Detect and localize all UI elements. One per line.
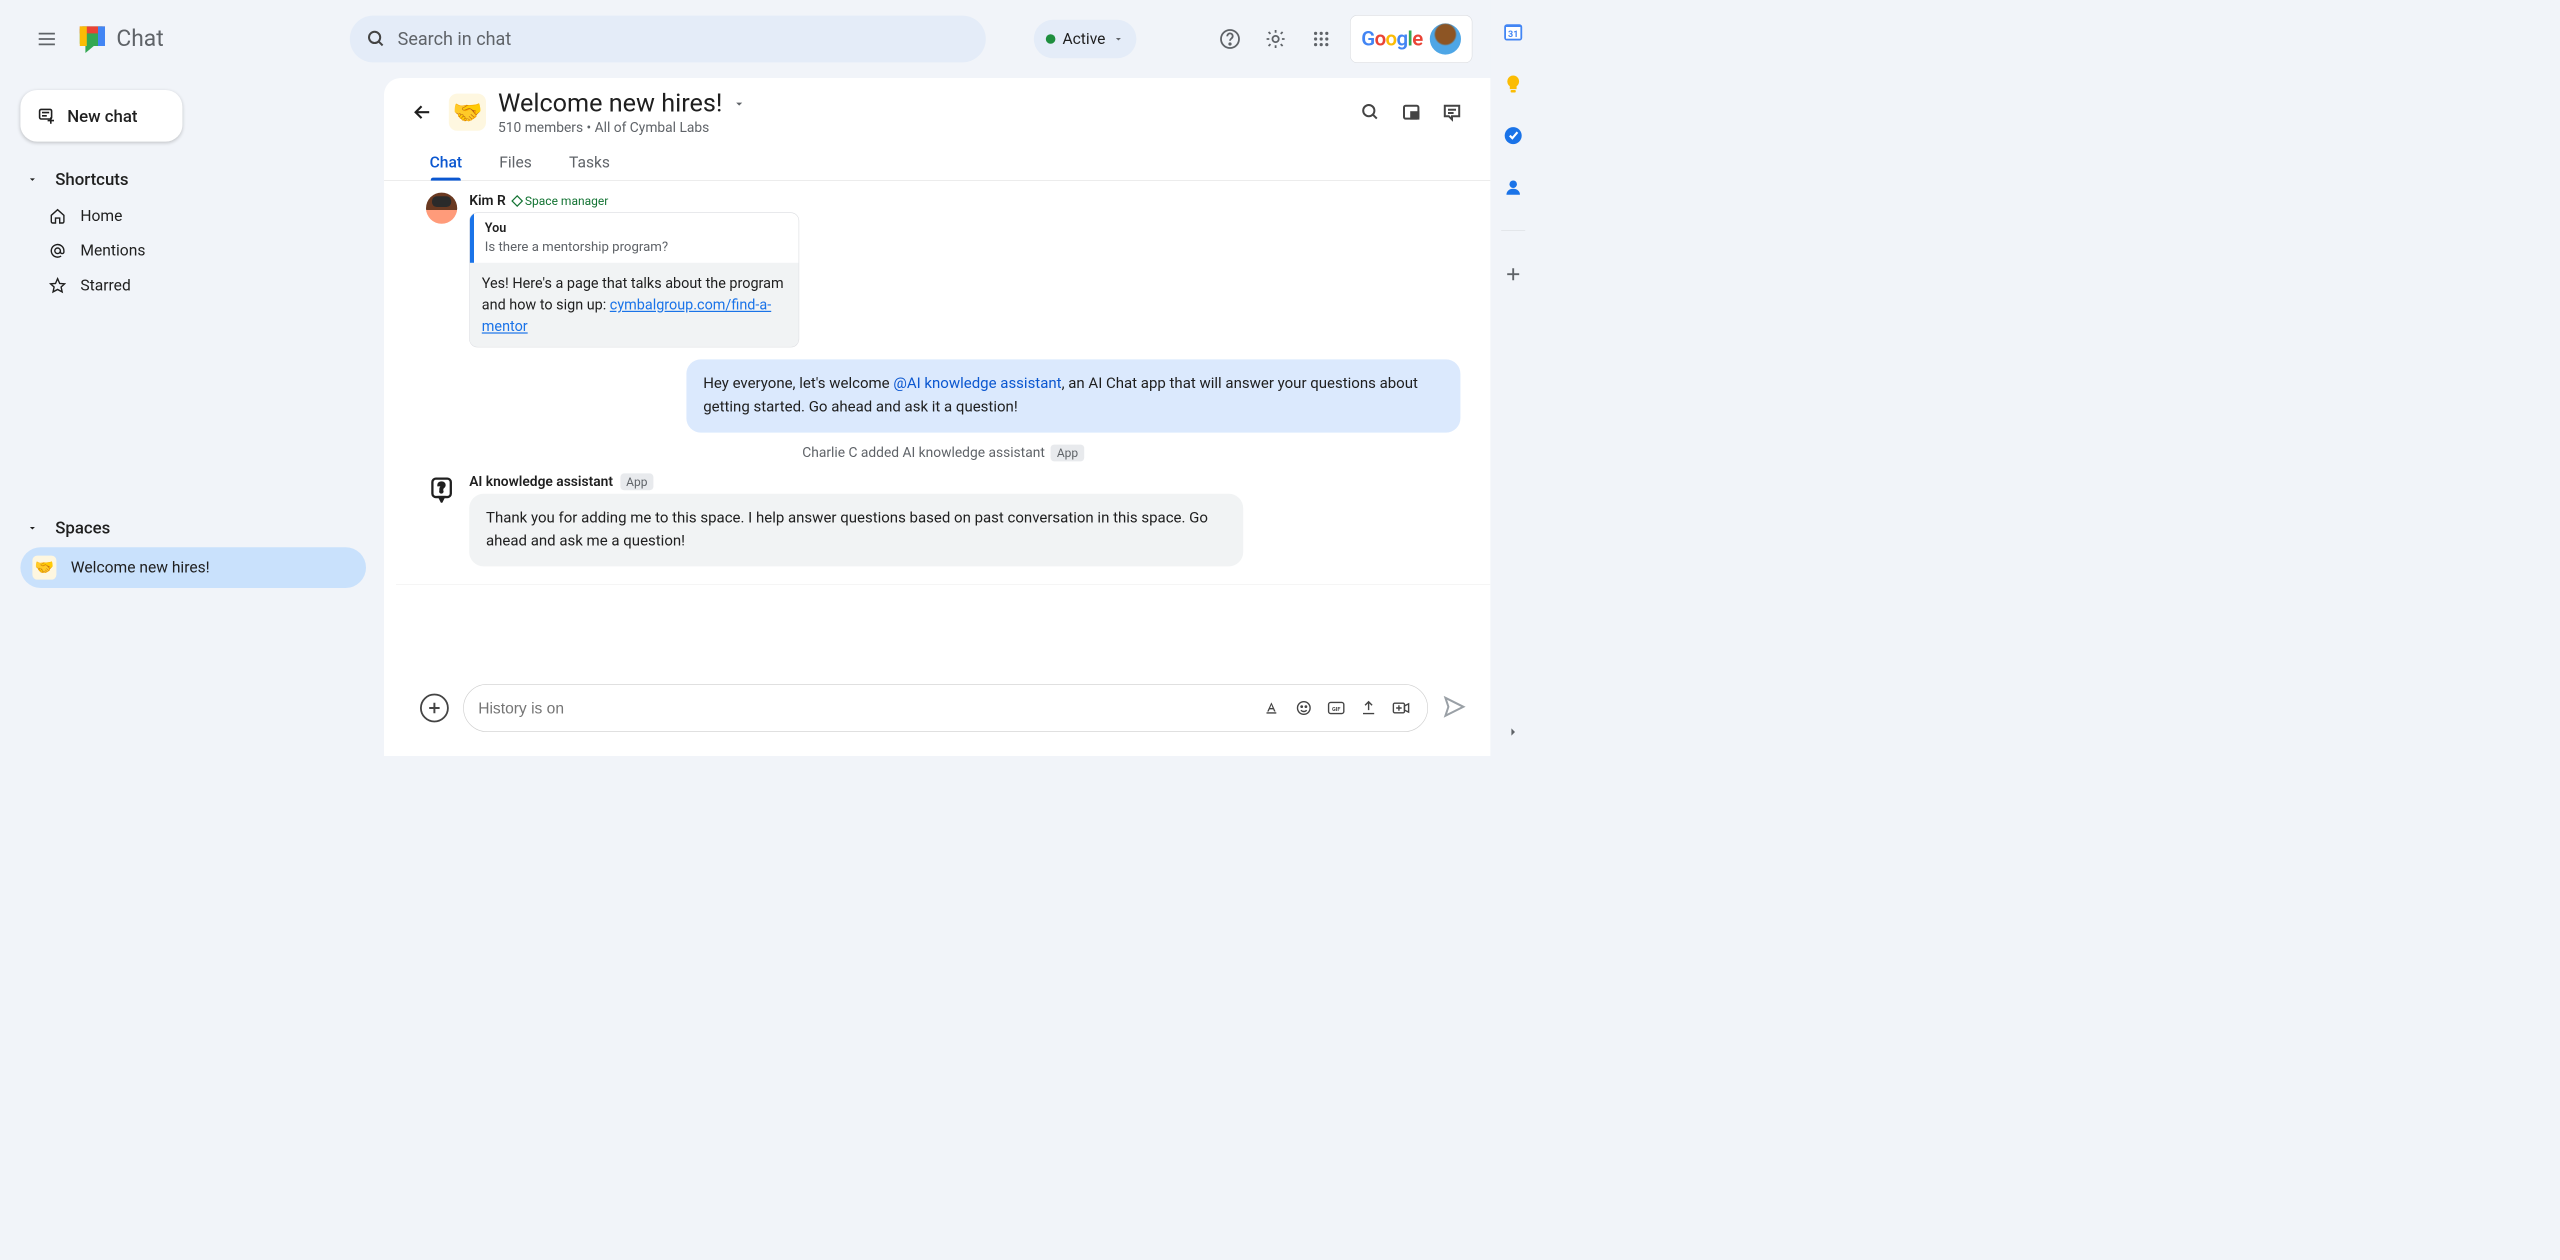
tab-files[interactable]: Files (496, 149, 536, 180)
add-addon-button[interactable] (1501, 262, 1525, 286)
sidebar-item-starred[interactable]: Starred (20, 268, 366, 303)
sidebar-item-mentions[interactable]: Mentions (20, 233, 366, 268)
space-emoji-icon: 🤝 (32, 556, 56, 580)
message-avatar (426, 193, 457, 224)
format-text-button[interactable] (1259, 696, 1283, 720)
sidebar-item-label: Welcome new hires! (71, 559, 210, 577)
tab-tasks[interactable]: Tasks (565, 149, 613, 180)
quote-author: You (485, 221, 668, 235)
message-list: Kim R Space manager You Is (384, 181, 1490, 670)
keep-app-icon[interactable] (1501, 72, 1525, 96)
tab-chat[interactable]: Chat (426, 149, 466, 180)
topbar: Chat Search in chat Active Google (0, 0, 1490, 78)
contacts-app-icon[interactable] (1501, 175, 1525, 199)
settings-button[interactable] (1259, 22, 1293, 56)
right-side-panel: 31 (1490, 0, 1536, 756)
calendar-app-icon[interactable]: 31 (1501, 20, 1525, 44)
space-manager-icon (511, 195, 523, 207)
new-chat-button[interactable]: New chat (20, 90, 182, 142)
space-header: 🤝 Welcome new hires! 510 members • All o… (384, 78, 1490, 180)
spaces-section[interactable]: Spaces (20, 508, 366, 547)
author-role-badge: Space manager (513, 194, 608, 208)
space-avatar-icon: 🤝 (449, 94, 486, 131)
reply-card: You Is there a mentorship program? Yes! … (469, 212, 799, 347)
app-badge: App (1051, 444, 1084, 461)
threads-button[interactable] (1438, 98, 1467, 127)
svg-text:31: 31 (1508, 30, 1518, 40)
new-chat-label: New chat (67, 106, 137, 126)
search-bar[interactable]: Search in chat (350, 16, 986, 63)
back-button[interactable] (408, 98, 437, 127)
sidebar: New chat Shortcuts Home Mentions Starred (0, 78, 384, 756)
sidebar-space-welcome-new-hires[interactable]: 🤝 Welcome new hires! (20, 547, 366, 588)
space-subtitle: 510 members • All of Cymbal Labs (498, 119, 746, 135)
main-menu-button[interactable] (30, 22, 64, 56)
add-button[interactable] (420, 694, 449, 723)
new-chat-icon (37, 106, 56, 125)
google-logo-text: Google (1361, 27, 1422, 51)
sidebar-item-label: Starred (80, 277, 130, 295)
space-tabs: Chat Files Tasks (408, 149, 1466, 180)
video-meet-button[interactable] (1389, 696, 1413, 720)
svg-text:?: ? (438, 480, 445, 496)
user-avatar[interactable] (1430, 23, 1461, 54)
caret-down-icon (26, 173, 38, 185)
sidebar-item-label: Mentions (80, 242, 145, 260)
content-area: 🤝 Welcome new hires! 510 members • All o… (384, 78, 1490, 756)
message-item: ? AI knowledge assistant App Thank you f… (426, 473, 1460, 566)
emoji-button[interactable] (1292, 696, 1316, 720)
apps-grid-button[interactable] (1304, 22, 1338, 56)
message-body: Thank you for adding me to this space. I… (469, 494, 1243, 567)
search-icon (366, 29, 385, 48)
gif-button[interactable]: GIF (1324, 696, 1348, 720)
chat-logo: Chat (76, 22, 164, 56)
collapse-panel-button[interactable] (1501, 720, 1525, 744)
message-body: Yes! Here's a page that talks about the … (470, 263, 799, 347)
space-title: Welcome new hires! (498, 89, 722, 118)
composer-area: GIF (384, 670, 1490, 756)
svg-text:GIF: GIF (1332, 707, 1340, 713)
message-item-own: Hey everyone, let's welcome @AI knowledg… (686, 359, 1460, 432)
search-placeholder: Search in chat (398, 29, 512, 50)
quote-text: Is there a mentorship program? (485, 239, 668, 254)
tasks-app-icon[interactable] (1501, 124, 1525, 148)
mention-icon (49, 242, 66, 259)
chevron-down-icon[interactable] (732, 96, 746, 110)
status-label: Active (1062, 30, 1105, 48)
chevron-down-icon (1113, 33, 1125, 45)
system-message: Charlie C added AI knowledge assistant A… (426, 444, 1460, 461)
active-status-dot (1046, 34, 1056, 44)
star-icon (49, 277, 66, 294)
chat-icon (76, 22, 110, 56)
app-badge: App (620, 473, 653, 490)
sidebar-item-home[interactable]: Home (20, 199, 366, 234)
google-account-box[interactable]: Google (1350, 15, 1473, 63)
search-in-space-button[interactable] (1356, 98, 1385, 127)
help-button[interactable] (1213, 22, 1247, 56)
caret-down-icon (26, 522, 38, 534)
message-composer[interactable]: GIF (463, 684, 1428, 732)
toggle-panel-button[interactable] (1397, 98, 1426, 127)
send-button[interactable] (1442, 695, 1466, 721)
message-author: AI knowledge assistant (469, 473, 613, 489)
app-name: Chat (116, 26, 163, 52)
message-avatar: ? (426, 473, 457, 504)
upload-button[interactable] (1357, 696, 1381, 720)
shortcuts-section[interactable]: Shortcuts (20, 160, 366, 199)
message-author: Kim R (469, 193, 506, 209)
home-icon (49, 208, 66, 225)
message-input[interactable] (478, 699, 1251, 718)
sidebar-item-label: Home (80, 207, 122, 225)
mention[interactable]: @AI knowledge assistant (893, 375, 1061, 392)
message-item: Kim R Space manager You Is (426, 193, 1460, 348)
shortcuts-label: Shortcuts (55, 169, 128, 189)
spaces-label: Spaces (55, 518, 110, 538)
status-dropdown[interactable]: Active (1034, 20, 1137, 58)
